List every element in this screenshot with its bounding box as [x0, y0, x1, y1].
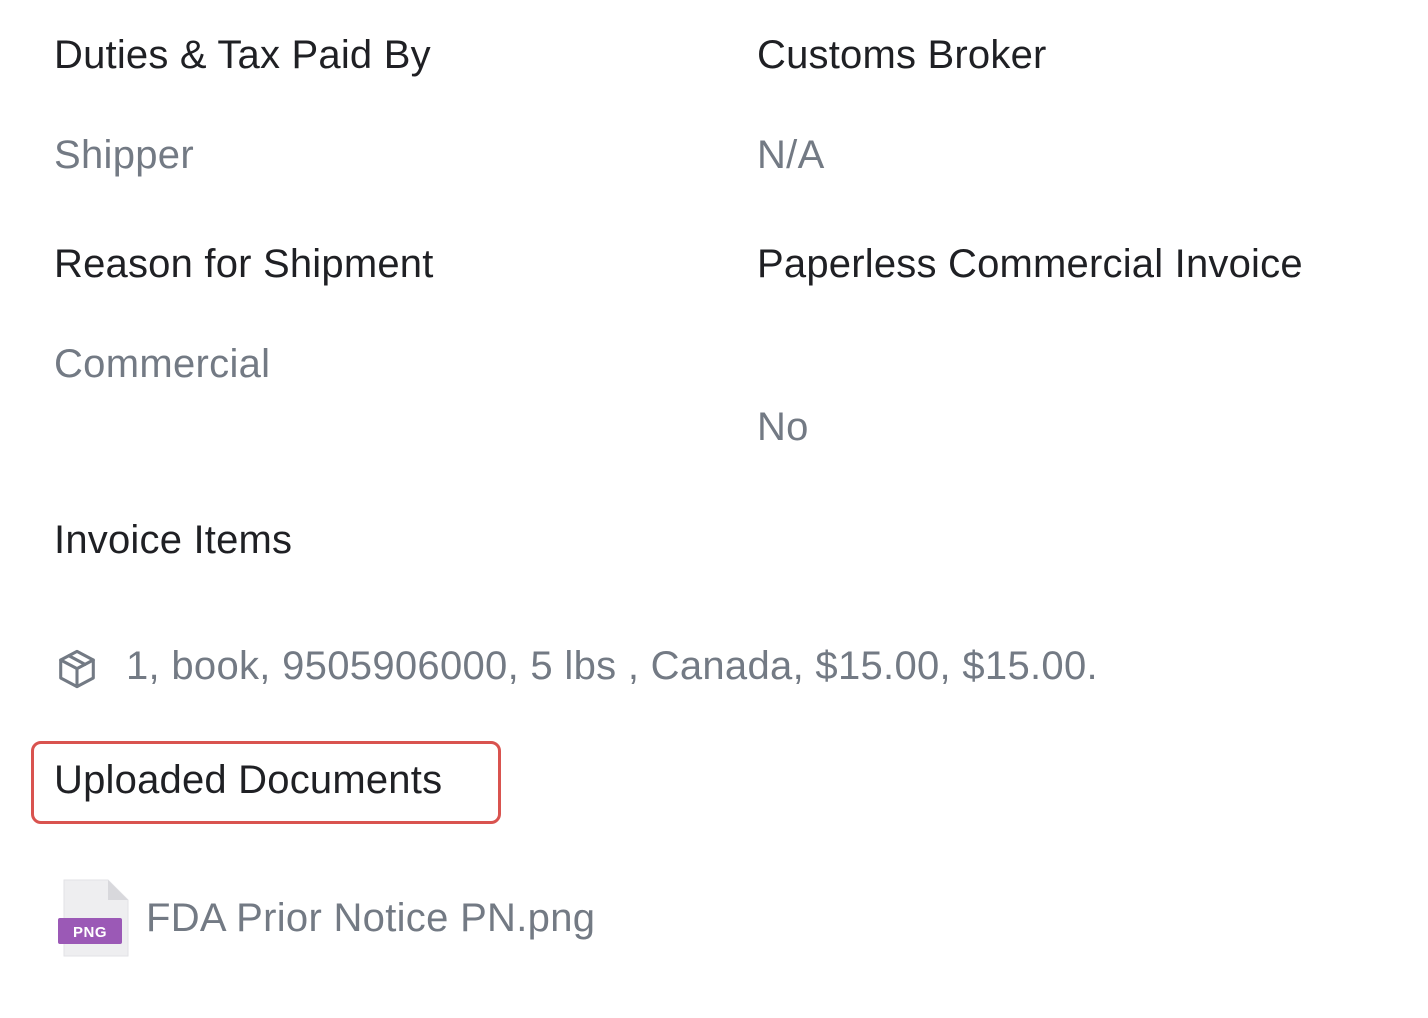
paperless-invoice-label: Paperless Commercial Invoice	[757, 242, 1303, 286]
png-badge-text: PNG	[73, 924, 107, 941]
reason-for-shipment-value: Commercial	[54, 342, 271, 386]
document-item[interactable]: PNG FDA Prior Notice PN.png	[56, 878, 595, 958]
duties-tax-value: Shipper	[54, 133, 194, 177]
uploaded-documents-title: Uploaded Documents	[54, 758, 443, 802]
duties-tax-label: Duties & Tax Paid By	[54, 33, 431, 77]
box-icon	[59, 649, 95, 689]
invoice-items-title: Invoice Items	[54, 518, 293, 562]
customs-broker-value: N/A	[757, 133, 825, 177]
invoice-item: 1, book, 9505906000, 5 lbs , Canada, $15…	[54, 638, 1098, 694]
reason-for-shipment-label: Reason for Shipment	[54, 242, 434, 286]
document-name-link[interactable]: FDA Prior Notice PN.png	[146, 896, 595, 941]
png-file-icon: PNG	[58, 879, 129, 957]
paperless-invoice-value: No	[757, 405, 809, 449]
customs-broker-label: Customs Broker	[757, 33, 1047, 77]
invoice-item-text: 1, book, 9505906000, 5 lbs , Canada, $15…	[126, 643, 1098, 688]
